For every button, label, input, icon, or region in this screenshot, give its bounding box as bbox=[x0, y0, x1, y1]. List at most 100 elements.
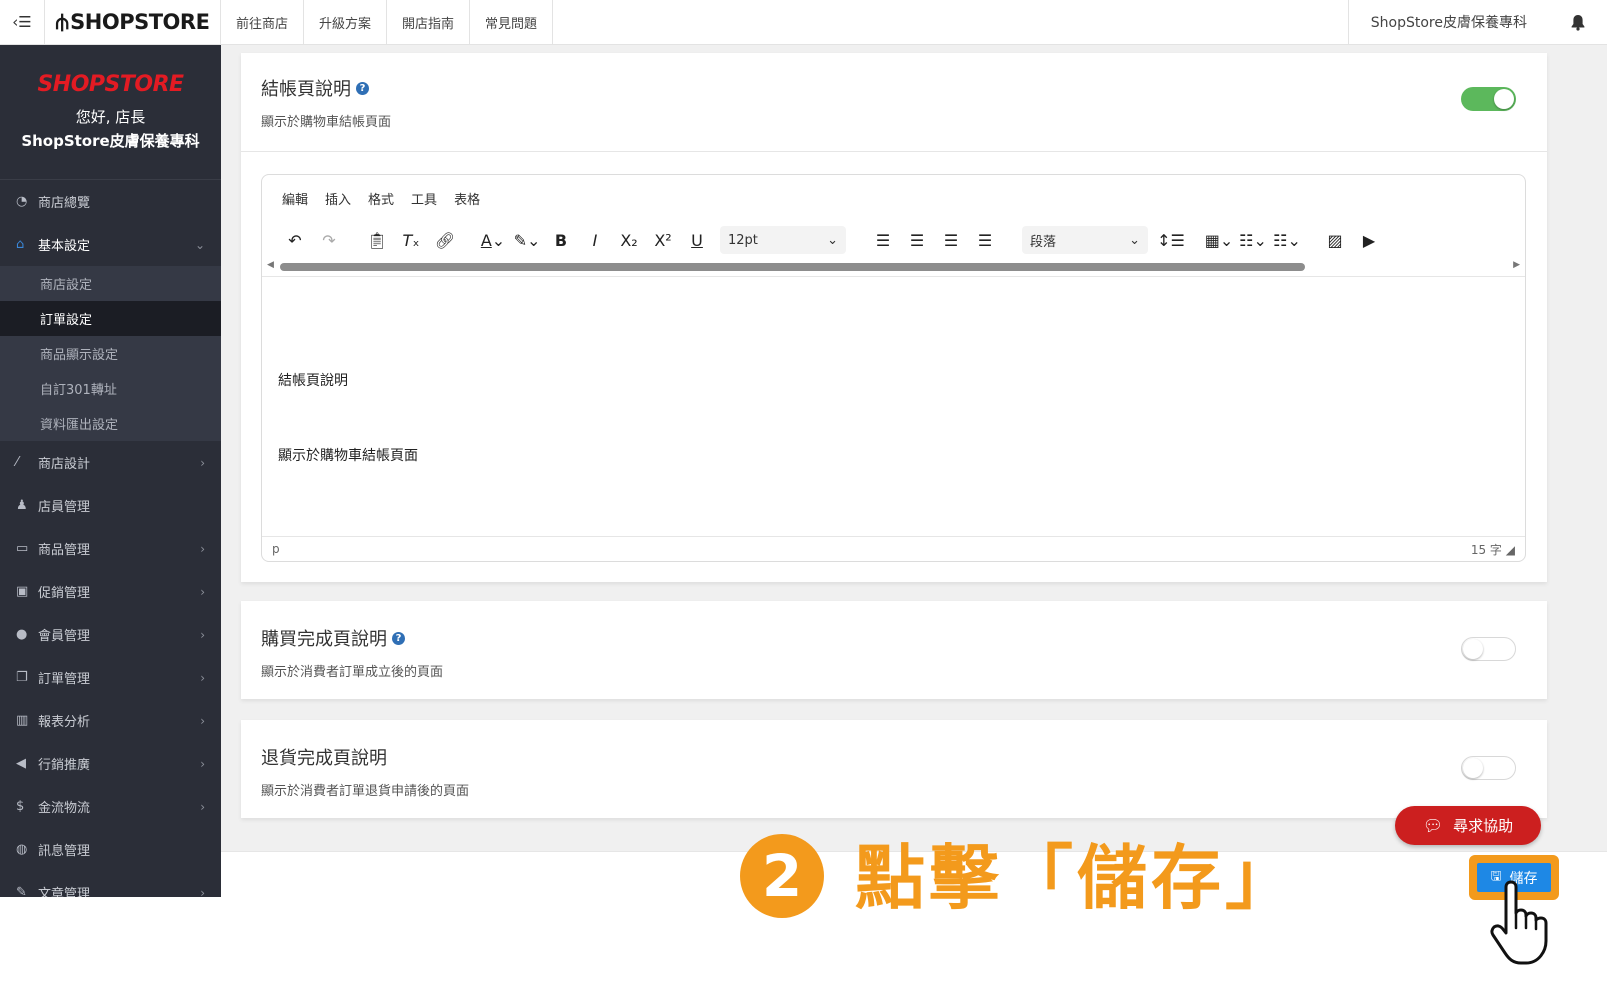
dashboard-icon: ◔ bbox=[16, 194, 28, 209]
nav-go-store[interactable]: 前往商店 bbox=[221, 0, 305, 44]
editor-menu-edit[interactable]: 編輯 bbox=[282, 189, 308, 208]
resize-handle-icon[interactable]: ◢ bbox=[1506, 543, 1515, 557]
sidebar-greeting: 您好, 店長 bbox=[75, 107, 146, 126]
cart-icon: ▭ bbox=[16, 541, 29, 556]
editor-menu-format[interactable]: 格式 bbox=[368, 189, 394, 208]
gift-icon: ▣ bbox=[16, 584, 29, 599]
question-circle-icon[interactable]: ? bbox=[392, 631, 405, 645]
undo-icon[interactable]: ↶ bbox=[278, 231, 312, 250]
font-size-select[interactable]: 12pt ⌄ bbox=[720, 226, 846, 254]
numbered-list-icon[interactable]: ☷⌄ bbox=[1270, 231, 1304, 250]
toolbar-scrollbar[interactable]: ◀ ▶ bbox=[262, 259, 1525, 275]
sidebar-item-basic-settings[interactable]: ⌂ 基本設定 ⌄ bbox=[0, 223, 221, 266]
sidebar-subitem-store-settings[interactable]: 商店設定 bbox=[0, 266, 221, 301]
purchase-complete-card: 購買完成頁說明 ? 顯示於消費者訂單成立後的頁面 bbox=[241, 601, 1547, 699]
sidebar-item-store-design[interactable]: ⁄ 商店設計 › bbox=[0, 441, 221, 484]
chevron-right-icon: › bbox=[200, 670, 205, 685]
chevron-right-icon: › bbox=[200, 756, 205, 771]
line-height-icon[interactable]: ↕☰ bbox=[1154, 231, 1188, 250]
sidebar-item-reports[interactable]: ▥ 報表分析 › bbox=[0, 699, 221, 742]
sidebar-store-name: ShopStore皮膚保養專科 bbox=[21, 131, 200, 150]
chevron-right-icon: › bbox=[200, 541, 205, 556]
text-color-icon[interactable]: A⌄ bbox=[476, 231, 510, 250]
sidebar-item-messages[interactable]: ◍ 訊息管理 bbox=[0, 828, 221, 871]
subscript-icon[interactable]: X₂ bbox=[612, 231, 646, 250]
bar-chart-icon: ▥ bbox=[16, 713, 29, 728]
store-name-link[interactable]: ShopStore皮膚保養專科 bbox=[1347, 0, 1549, 44]
word-count[interactable]: 15 字 ◢ bbox=[1471, 541, 1515, 558]
top-right: ShopStore皮膚保養專科 bbox=[1347, 0, 1607, 44]
chevron-right-icon: › bbox=[200, 455, 205, 470]
align-right-icon[interactable]: ☰ bbox=[934, 231, 968, 250]
sidebar-subitem-order-settings[interactable]: 訂單設定 bbox=[0, 301, 221, 336]
sidebar-subitem-product-display[interactable]: 商品顯示設定 bbox=[0, 336, 221, 371]
editor-content-area[interactable]: 結帳頁說明 顯示於購物車結帳頁面 bbox=[262, 276, 1525, 538]
sidebar-item-staff[interactable]: ♟ 店員管理 bbox=[0, 484, 221, 527]
nav-upgrade-plan[interactable]: 升級方案 bbox=[304, 0, 388, 44]
question-circle-icon[interactable]: ? bbox=[356, 81, 369, 95]
editor-menu-insert[interactable]: 插入 bbox=[325, 189, 351, 208]
bold-icon[interactable]: B bbox=[544, 231, 578, 250]
sidebar-item-payment-logistics[interactable]: $ 金流物流 › bbox=[0, 785, 221, 828]
chat-icon: ◍ bbox=[16, 842, 28, 857]
sidebar: SHOPSTORE 您好, 店長 ShopStore皮膚保養專科 ◔ 商店總覽 … bbox=[0, 45, 221, 897]
nav-store-guide[interactable]: 開店指南 bbox=[387, 0, 471, 44]
return-complete-card: 退貨完成頁說明 顯示於消費者訂單退貨申請後的頁面 bbox=[241, 720, 1547, 818]
editor-menu-tools[interactable]: 工具 bbox=[411, 189, 437, 208]
notification-button[interactable] bbox=[1549, 0, 1607, 44]
sidebar-item-orders[interactable]: ❐ 訂單管理 › bbox=[0, 656, 221, 699]
top-logo-text: SHOPSTORE bbox=[70, 10, 210, 34]
chevron-right-icon: › bbox=[200, 627, 205, 642]
sidebar-item-marketing[interactable]: ◀ 行銷推廣 › bbox=[0, 742, 221, 785]
underline-icon[interactable]: U bbox=[680, 231, 714, 250]
block-format-select[interactable]: 段落 ⌄ bbox=[1022, 226, 1148, 254]
editor-paragraph: 結帳頁說明 bbox=[278, 373, 348, 389]
chat-question-icon: 💬︎ bbox=[1422, 816, 1444, 835]
toggle-knob bbox=[1463, 758, 1483, 778]
scrollbar-thumb[interactable] bbox=[280, 263, 1305, 271]
clear-format-icon[interactable]: Tₓ bbox=[394, 231, 428, 250]
link-icon[interactable]: 🔗︎ bbox=[428, 231, 462, 250]
align-center-icon[interactable]: ☰ bbox=[900, 231, 934, 250]
superscript-icon[interactable]: X² bbox=[646, 231, 680, 250]
sidebar-item-promotions[interactable]: ▣ 促銷管理 › bbox=[0, 570, 221, 613]
chevron-right-icon: › bbox=[200, 713, 205, 728]
card-title: 購買完成頁說明 ? bbox=[261, 625, 1527, 651]
bank-icon: ⌂ bbox=[16, 237, 25, 252]
table-icon[interactable]: ▦⌄ bbox=[1202, 231, 1236, 250]
sidebar-subitem-data-export[interactable]: 資料匯出設定 bbox=[0, 406, 221, 441]
card-subtitle: 顯示於消費者訂單退貨申請後的頁面 bbox=[261, 784, 470, 799]
sidebar-logo: SHOPSTORE bbox=[37, 71, 184, 97]
paste-icon[interactable]: 📋︎ bbox=[360, 231, 394, 250]
scroll-right-icon[interactable]: ▶ bbox=[1513, 260, 1520, 270]
sidebar-item-products[interactable]: ▭ 商品管理 › bbox=[0, 527, 221, 570]
help-button[interactable]: 💬︎ 尋求協助 bbox=[1395, 806, 1541, 845]
top-nav: 前往商店 升級方案 開店指南 常見問題 bbox=[221, 0, 554, 44]
media-icon[interactable]: ▶ bbox=[1352, 231, 1386, 250]
sidebar-toggle-button[interactable]: ‹☰ bbox=[0, 0, 45, 44]
return-complete-toggle[interactable] bbox=[1461, 756, 1516, 780]
element-path[interactable]: p bbox=[272, 542, 280, 556]
nav-faq[interactable]: 常見問題 bbox=[470, 0, 554, 44]
sidebar-subitem-301-redirect[interactable]: 自訂301轉址 bbox=[0, 371, 221, 406]
align-left-icon[interactable]: ☰ bbox=[866, 231, 900, 250]
bullet-list-icon[interactable]: ☷⌄ bbox=[1236, 231, 1270, 250]
align-justify-icon[interactable]: ☰ bbox=[968, 231, 1002, 250]
chevron-right-icon: › bbox=[200, 799, 205, 814]
dollar-icon: $ bbox=[16, 799, 25, 814]
checkout-description-toggle[interactable] bbox=[1461, 87, 1516, 111]
image-icon[interactable]: ▨ bbox=[1318, 231, 1352, 250]
purchase-complete-toggle[interactable] bbox=[1461, 637, 1516, 661]
toggle-knob bbox=[1463, 639, 1483, 659]
menu-icon: ‹☰ bbox=[12, 13, 32, 31]
scroll-left-icon[interactable]: ◀ bbox=[267, 260, 274, 270]
editor-menu-table[interactable]: 表格 bbox=[454, 189, 480, 208]
sidebar-item-members[interactable]: ● 會員管理 › bbox=[0, 613, 221, 656]
editor-toolbar: ↶ ↷ 📋︎ Tₓ 🔗︎ A⌄ ✎⌄ B I X₂ X² U 12pt ⌄ ☰ … bbox=[262, 221, 1525, 259]
italic-icon[interactable]: I bbox=[578, 231, 612, 250]
sidebar-item-articles[interactable]: ✎ 文章管理 › bbox=[0, 871, 221, 897]
redo-icon[interactable]: ↷ bbox=[312, 231, 346, 250]
top-logo[interactable]: ⫛ SHOPSTORE bbox=[45, 0, 221, 44]
highlight-color-icon[interactable]: ✎⌄ bbox=[510, 231, 544, 250]
sidebar-item-overview[interactable]: ◔ 商店總覽 bbox=[0, 180, 221, 223]
